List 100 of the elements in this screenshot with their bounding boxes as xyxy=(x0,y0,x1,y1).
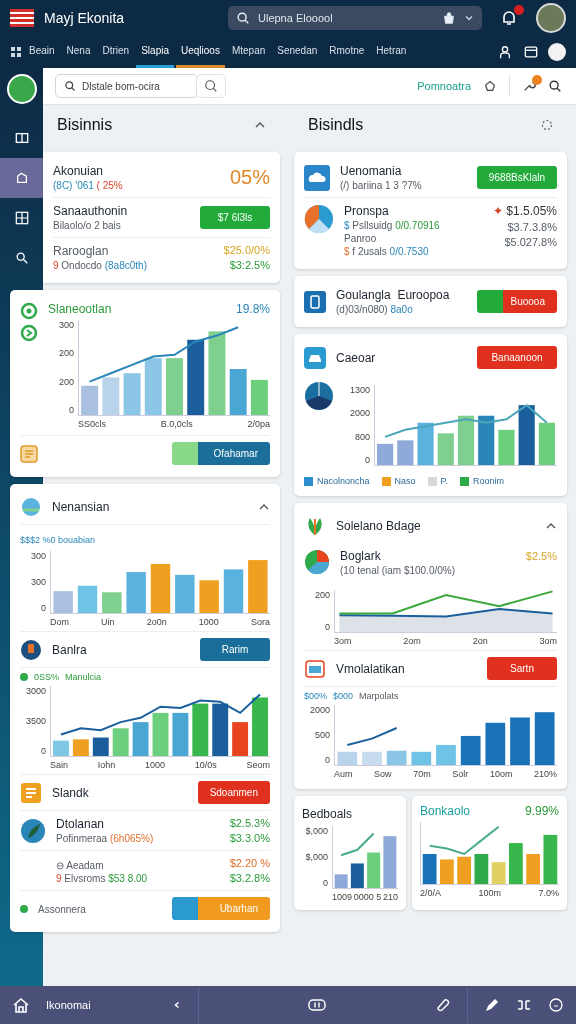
bar xyxy=(491,862,506,884)
legend-label: Naso xyxy=(394,476,416,486)
bar xyxy=(152,712,169,756)
axis-label: 1000 xyxy=(145,760,165,770)
axis-label: 0 xyxy=(365,455,370,465)
axis-label: Dom xyxy=(50,617,69,627)
card-title: Bonkaolo xyxy=(420,804,471,818)
calendar-icon xyxy=(304,657,326,680)
chart-legend: Marpolats xyxy=(359,691,399,701)
bar xyxy=(417,422,434,465)
nav-tab[interactable]: Hetran xyxy=(371,36,412,68)
bar xyxy=(92,737,109,756)
action-button[interactable]: Ofahamar xyxy=(172,442,270,465)
bar xyxy=(509,843,523,884)
bar xyxy=(383,836,397,888)
axis-label: 3om xyxy=(539,636,557,646)
axis-label: SS0cls xyxy=(78,419,106,429)
item-title: Dtolanan xyxy=(56,817,106,831)
bell-icon[interactable] xyxy=(500,9,518,27)
nav-tab[interactable]: Nena xyxy=(61,36,96,68)
legend-dot xyxy=(20,673,28,681)
workspace-label[interactable]: Ikonomai xyxy=(46,999,156,1011)
chart-legend: $$$2 %0 bouabian xyxy=(20,535,96,545)
legend-label: P. xyxy=(440,476,448,486)
card-title: Banlra xyxy=(52,642,88,657)
amount-value: $3.2.8% xyxy=(229,872,270,884)
badge-icon xyxy=(20,444,38,463)
axis-label: 800 xyxy=(354,431,370,442)
axis-label: 0 xyxy=(69,405,74,415)
bag-icon[interactable] xyxy=(442,11,456,25)
axis-label: Iohn xyxy=(97,760,116,770)
action-button[interactable]: Sdoanmen xyxy=(197,781,270,804)
window-icon[interactable] xyxy=(524,45,538,59)
bar xyxy=(538,422,555,465)
status-dot xyxy=(20,904,28,913)
pen-icon[interactable] xyxy=(484,997,500,1013)
axis-label: 300 xyxy=(30,577,46,587)
bar xyxy=(192,703,209,756)
bar xyxy=(126,572,146,613)
axis-label: 0 xyxy=(41,746,46,756)
app-title: Mayj Ekonita xyxy=(44,10,126,26)
chevron-down-icon[interactable] xyxy=(464,13,474,23)
bar xyxy=(367,852,381,888)
nav-tab[interactable]: Dtrien xyxy=(97,36,135,68)
columns-icon[interactable] xyxy=(308,996,326,1014)
home-icon[interactable] xyxy=(12,996,30,1014)
chart-title: Slaneootlan xyxy=(48,302,112,316)
legend-label: Nacolnoncha xyxy=(317,476,370,486)
action-button[interactable]: Sartn xyxy=(487,657,557,680)
axis-label: 70m xyxy=(413,769,431,779)
axis-label: Sora xyxy=(250,617,270,627)
amount-value: $3.3.0% xyxy=(229,832,270,844)
card-title: Slandk xyxy=(52,785,90,800)
card-title: Vmolalatikan xyxy=(336,661,406,676)
avatar[interactable] xyxy=(548,43,566,61)
nav-tab[interactable]: Senedan xyxy=(272,36,323,68)
bar xyxy=(436,744,456,765)
nav-tab[interactable]: Beain xyxy=(24,36,60,68)
card-title: Bedboals xyxy=(302,807,353,821)
notification-badge xyxy=(514,5,524,15)
avatar[interactable] xyxy=(536,3,566,33)
bar xyxy=(377,443,394,465)
grid-icon[interactable] xyxy=(10,46,22,58)
user-icon[interactable] xyxy=(498,45,512,59)
percentage-value: $2.5% xyxy=(525,550,557,562)
bar xyxy=(199,580,219,613)
action-button[interactable]: Banaanoon xyxy=(477,346,557,369)
split-icon[interactable] xyxy=(516,997,532,1013)
chart-legend: Manulcia xyxy=(65,672,102,682)
action-button[interactable]: Buoooa xyxy=(477,290,557,313)
axis-label: 300 xyxy=(30,551,46,561)
bar xyxy=(543,834,558,884)
item-title: Boglark xyxy=(340,549,381,563)
bar xyxy=(232,722,249,756)
item-subtitle: 9 Ondocdo (8a8c0th) xyxy=(53,260,148,271)
pie-icon xyxy=(304,549,330,575)
search-button[interactable] xyxy=(196,74,226,98)
circle-icon[interactable] xyxy=(548,997,564,1013)
action-button[interactable]: Rarim xyxy=(200,638,270,661)
car-icon xyxy=(304,346,326,369)
axis-label: B.0,0cls xyxy=(160,419,193,429)
amount-value: $3:2.5% xyxy=(229,259,270,271)
footer-label: Assonnera xyxy=(38,904,87,915)
axis-label: 100m xyxy=(478,888,501,898)
dashed-circle-icon[interactable] xyxy=(541,119,553,131)
bar xyxy=(457,415,475,465)
item-title: Goulangla xyxy=(336,288,391,302)
nav-tab[interactable]: Rmotne xyxy=(324,36,370,68)
bar xyxy=(248,560,268,613)
search-icon[interactable] xyxy=(548,79,562,93)
bar xyxy=(123,373,141,415)
bar xyxy=(102,592,122,613)
search-field[interactable]: Ulepna Elooool xyxy=(228,6,482,30)
amount-value: $5.027.8% xyxy=(504,236,557,248)
bar xyxy=(337,751,358,765)
nav-tab[interactable]: Mtepan xyxy=(226,36,271,68)
ring-icon xyxy=(20,302,38,320)
bar xyxy=(440,859,454,884)
bar xyxy=(334,874,348,888)
item-subtitle: ⊖ Aeadam xyxy=(56,859,105,871)
